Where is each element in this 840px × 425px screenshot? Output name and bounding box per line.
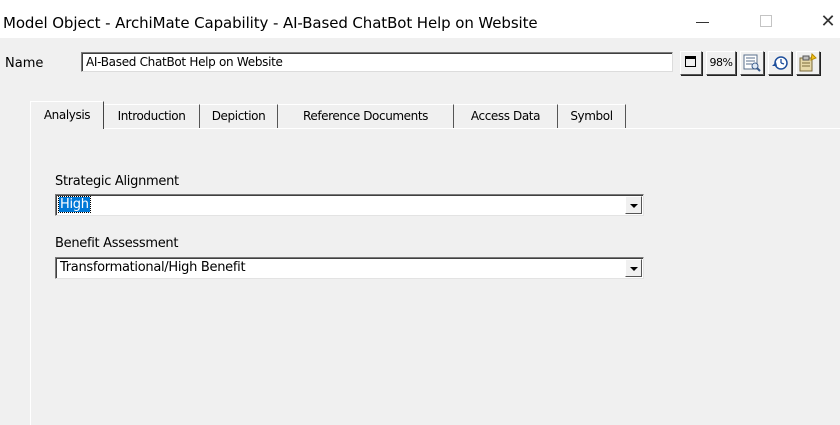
title-bar: Model Object - ArchiMate Capability - AI… xyxy=(0,0,840,38)
minimize-icon xyxy=(696,22,709,23)
preview-icon xyxy=(743,54,761,72)
tab-symbol[interactable]: Symbol xyxy=(558,104,626,128)
tab-access-data[interactable]: Access Data xyxy=(454,104,558,128)
minimize-button[interactable] xyxy=(682,8,722,34)
benefit-assessment-value: Transformational/High Benefit xyxy=(60,260,246,275)
properties-icon xyxy=(799,52,817,72)
benefit-assessment-dropdown-button[interactable] xyxy=(625,259,642,277)
maximize-button[interactable] xyxy=(746,8,786,34)
strategic-alignment-select[interactable]: High xyxy=(55,194,644,216)
benefit-assessment-select[interactable]: Transformational/High Benefit xyxy=(55,257,644,279)
maximize-icon xyxy=(760,15,772,27)
strategic-alignment-label: Strategic Alignment xyxy=(55,174,179,189)
tab-introduction[interactable]: Introduction xyxy=(104,104,200,128)
close-icon: ✕ xyxy=(820,11,836,31)
chevron-down-icon xyxy=(630,267,638,271)
tab-reference-documents[interactable]: Reference Documents xyxy=(278,104,454,128)
strategic-alignment-dropdown-button[interactable] xyxy=(625,196,642,214)
name-field[interactable]: AI-Based ChatBot Help on Website xyxy=(81,52,673,72)
tab-analysis[interactable]: Analysis xyxy=(30,101,104,129)
close-button[interactable]: ✕ xyxy=(808,8,840,34)
preview-button[interactable] xyxy=(740,51,764,75)
history-icon xyxy=(772,56,788,70)
name-row: Name AI-Based ChatBot Help on Website 98… xyxy=(0,45,840,77)
new-window-button[interactable] xyxy=(680,51,702,75)
window-icon xyxy=(685,56,696,67)
name-label: Name xyxy=(5,56,44,71)
history-button[interactable] xyxy=(768,51,792,75)
benefit-assessment-label: Benefit Assessment xyxy=(55,236,179,251)
window-title: Model Object - ArchiMate Capability - AI… xyxy=(3,14,538,32)
properties-button[interactable] xyxy=(796,51,820,75)
zoom-button[interactable]: 98% xyxy=(706,51,736,75)
tab-depiction[interactable]: Depiction xyxy=(200,104,278,128)
tab-panel-border xyxy=(30,128,840,129)
tab-panel-edge xyxy=(30,128,31,425)
chevron-down-icon xyxy=(630,204,638,208)
strategic-alignment-value: High xyxy=(58,196,91,213)
